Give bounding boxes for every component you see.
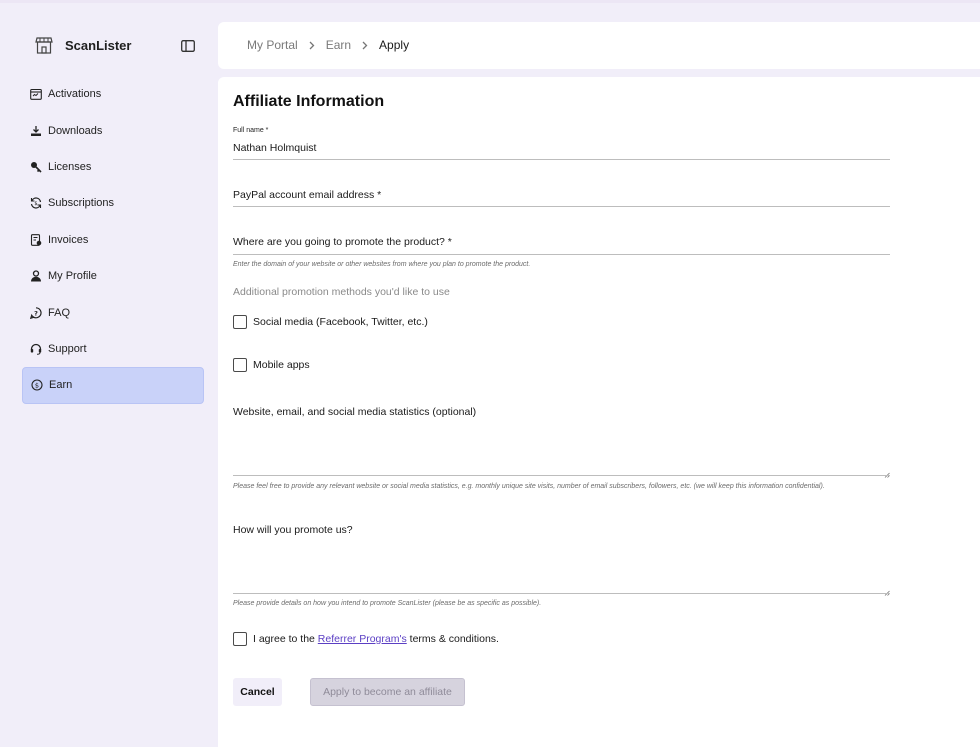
main-content: Affiliate Information Full name * Nathan… — [218, 77, 980, 747]
store-logo-icon — [34, 36, 54, 54]
svg-text:?: ? — [34, 309, 38, 317]
statistics-textarea[interactable]: Website, email, and social media statist… — [233, 406, 476, 418]
paypal-email-underline — [233, 206, 890, 207]
agree-terms-checkbox[interactable] — [233, 632, 247, 646]
full-name-field[interactable]: Nathan Holmquist — [233, 142, 316, 154]
sidebar-item-downloads[interactable]: Downloads — [22, 112, 204, 148]
brand-name: ScanLister — [65, 37, 132, 53]
sidebar-item-label: Downloads — [48, 124, 103, 137]
resize-handle-icon[interactable] — [884, 583, 890, 596]
mobile-apps-label: Mobile apps — [253, 359, 310, 371]
sidebar-item-earn[interactable]: $ Earn — [22, 367, 204, 404]
sidebar-item-my-profile[interactable]: My Profile — [22, 258, 204, 294]
sidebar-item-support[interactable]: Support — [22, 331, 204, 367]
sidebar-item-label: FAQ — [48, 306, 71, 319]
invoice-icon — [29, 233, 42, 246]
additional-methods-label: Additional promotion methods you'd like … — [233, 286, 450, 298]
agree-terms-prefix: I agree to the — [253, 633, 318, 645]
promote-domain-helper: Enter the domain of your website or othe… — [233, 261, 531, 268]
mobile-apps-checkbox[interactable] — [233, 358, 247, 372]
sidebar-toggle-icon[interactable] — [181, 39, 196, 52]
svg-text:$: $ — [34, 201, 37, 207]
full-name-label: Full name * — [233, 127, 269, 134]
brand[interactable]: ScanLister — [34, 36, 131, 54]
sidebar-item-label: My Profile — [48, 270, 97, 283]
promote-us-textarea[interactable]: How will you promote us? — [233, 524, 353, 536]
apply-affiliate-button[interactable]: Apply to become an affiliate — [310, 678, 465, 706]
agree-terms-suffix: terms & conditions. — [406, 633, 499, 645]
user-icon — [29, 270, 42, 283]
page-title: Affiliate Information — [233, 93, 385, 110]
breadcrumb-my-portal[interactable]: My Portal — [247, 38, 298, 52]
promote-domain-field[interactable]: Where are you going to promote the produ… — [233, 236, 452, 248]
subscriptions-icon: $ — [29, 197, 42, 210]
sidebar-item-subscriptions[interactable]: $ Subscriptions — [22, 185, 204, 221]
header-bar: My Portal Earn Apply — [218, 22, 980, 69]
sidebar-item-label: Activations — [48, 88, 102, 101]
statistics-helper: Please feel free to provide any relevant… — [233, 483, 825, 490]
sidebar-item-faq[interactable]: ? FAQ — [22, 294, 204, 330]
headset-icon — [29, 342, 42, 355]
cancel-button[interactable]: Cancel — [233, 678, 282, 706]
dollar-icon: $ — [30, 379, 43, 392]
resize-handle-icon[interactable] — [884, 465, 890, 478]
full-name-underline — [233, 159, 890, 160]
sidebar-item-activations[interactable]: Activations — [22, 76, 204, 112]
referrer-program-link[interactable]: Referrer Program's — [318, 633, 407, 645]
breadcrumb-apply: Apply — [379, 38, 410, 52]
sidebar-item-label: Earn — [49, 379, 73, 392]
breadcrumb: My Portal Earn Apply — [247, 38, 409, 52]
svg-text:$: $ — [34, 382, 38, 390]
chevron-right-icon — [309, 41, 315, 50]
sidebar-nav: Activations Downloads Licenses $ Subscri… — [22, 76, 204, 404]
sidebar-item-licenses[interactable]: Licenses — [22, 149, 204, 185]
promote-us-helper: Please provide details on how you intend… — [233, 600, 542, 607]
paypal-email-field[interactable]: PayPal account email address * — [233, 189, 381, 201]
social-media-label: Social media (Facebook, Twitter, etc.) — [253, 316, 428, 328]
promote-domain-underline — [233, 254, 890, 255]
sidebar-item-label: Subscriptions — [48, 197, 115, 210]
promote-us-underline — [233, 593, 890, 594]
breadcrumb-earn[interactable]: Earn — [326, 38, 351, 52]
agree-terms-row[interactable]: I agree to the Referrer Program's terms … — [233, 632, 499, 646]
key-icon — [29, 160, 42, 173]
option-mobile-apps[interactable]: Mobile apps — [233, 358, 310, 372]
social-media-checkbox[interactable] — [233, 315, 247, 329]
chevron-right-icon — [362, 41, 368, 50]
sidebar-item-label: Invoices — [48, 233, 89, 246]
option-social-media[interactable]: Social media (Facebook, Twitter, etc.) — [233, 315, 428, 329]
activations-icon — [29, 88, 42, 101]
statistics-underline — [233, 475, 890, 476]
sidebar: ScanLister Activations Downloads License… — [0, 0, 218, 747]
sidebar-item-invoices[interactable]: Invoices — [22, 222, 204, 258]
help-icon: ? — [29, 306, 42, 319]
download-icon — [29, 124, 42, 137]
sidebar-item-label: Support — [48, 342, 87, 355]
sidebar-item-label: Licenses — [48, 160, 92, 173]
